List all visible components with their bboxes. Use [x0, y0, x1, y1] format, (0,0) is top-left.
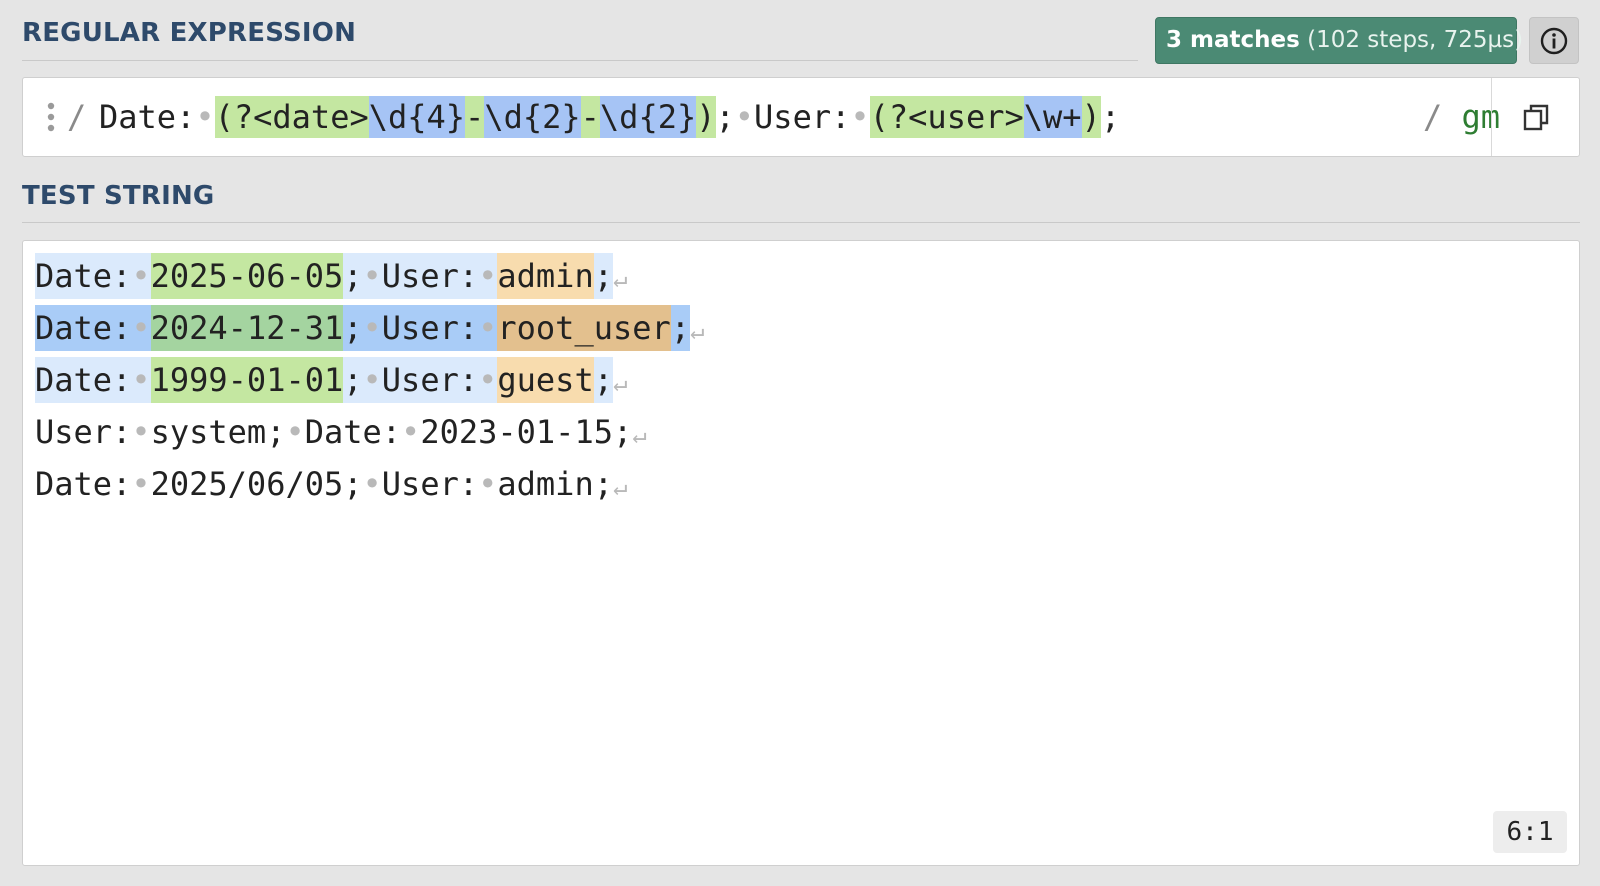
- regex-token: ;: [1100, 98, 1121, 136]
- test-text-segment: Date:: [35, 357, 132, 403]
- space-marker: •: [478, 253, 498, 299]
- test-text-segment: 2025/06/05;: [150, 465, 363, 503]
- test-text-segment: 2025-06-05: [150, 253, 344, 299]
- regex-token: \w+: [1023, 96, 1082, 138]
- test-text-segment: system;: [150, 413, 286, 451]
- space-marker: •: [362, 305, 382, 351]
- space-marker: •: [131, 253, 151, 299]
- regex-token: ): [1081, 96, 1101, 138]
- test-text-segment: Date:: [35, 305, 132, 351]
- newline-marker: ↵: [612, 473, 628, 501]
- test-text-segment: Date:: [304, 413, 402, 451]
- space-marker: •: [478, 357, 498, 403]
- test-text-segment: User:: [35, 413, 132, 451]
- test-text-segment: admin;: [497, 465, 613, 503]
- test-text-segment: ;: [593, 253, 613, 299]
- regex-delimiter-open: /: [67, 98, 87, 136]
- test-text-segment: guest: [497, 357, 594, 403]
- space-marker: •: [131, 357, 151, 403]
- regex-space-marker: •: [850, 98, 870, 136]
- test-text-segment: 2024-12-31: [150, 305, 344, 351]
- test-text-segment: User:: [381, 305, 479, 351]
- regex-input[interactable]: / Date:•(?<date>\d{4}-\d{2}-\d{2});•User…: [22, 77, 1580, 157]
- copy-button[interactable]: [1491, 78, 1580, 156]
- test-text-segment: root_user: [497, 305, 671, 351]
- test-string-editor[interactable]: Date:•2025-06-05;•User:•admin;↵ Date:•202…: [22, 240, 1580, 866]
- drag-handle-icon[interactable]: [47, 102, 55, 132]
- regex-flags[interactable]: / gm: [1423, 96, 1500, 138]
- regex-token: Date:: [99, 98, 196, 136]
- regex-token: (?<date>: [214, 96, 369, 138]
- space-marker: •: [362, 357, 382, 403]
- regex-token: -: [580, 96, 600, 138]
- regex-space-marker: •: [734, 98, 755, 136]
- regex-token: ): [696, 96, 716, 138]
- regex-tester: REGULAR EXPRESSION 3 matches (102 steps,…: [0, 0, 1600, 886]
- test-text-segment: ;: [343, 305, 363, 351]
- test-text-segment: ;: [593, 357, 613, 403]
- test-line[interactable]: Date:•2024-12-31;•User:•root_user;↵: [35, 305, 704, 351]
- match-steps-timing: (102 steps, 725µs): [1307, 27, 1524, 53]
- regex-title-divider: [22, 60, 1138, 61]
- regex-section-title: REGULAR EXPRESSION: [22, 18, 357, 48]
- test-text-segment: ;: [670, 305, 691, 351]
- regex-pattern[interactable]: Date:•(?<date>\d{4}-\d{2}-\d{2});•User:•…: [99, 96, 1120, 138]
- newline-marker: ↵: [690, 317, 705, 345]
- info-button[interactable]: [1529, 17, 1579, 64]
- test-text-segment: User:: [381, 357, 479, 403]
- space-marker: •: [362, 253, 382, 299]
- test-text-segment: Date:: [35, 465, 132, 503]
- regex-space-marker: •: [195, 98, 215, 136]
- space-marker: •: [131, 413, 151, 451]
- test-text-segment: ;: [343, 357, 363, 403]
- test-text-segment: User:: [381, 465, 479, 503]
- space-marker: •: [401, 413, 421, 451]
- test-text-segment: 1999-01-01: [150, 357, 344, 403]
- regex-token: \d{2}: [484, 96, 581, 138]
- test-title-divider: [22, 222, 1580, 223]
- space-marker: •: [478, 305, 498, 351]
- test-line[interactable]: Date:•1999-01-01;•User:•guest;↵: [35, 357, 704, 403]
- regex-token: (?<user>: [869, 96, 1024, 138]
- test-section-title: TEST STRING: [22, 181, 215, 211]
- regex-delimiter-close: /: [1423, 98, 1443, 136]
- test-line[interactable]: User:•system;•Date:•2023-01-15;↵: [35, 409, 704, 455]
- test-text-segment: 2023-01-15;: [420, 413, 633, 451]
- test-text-segment: ;: [343, 253, 363, 299]
- regex-token: \d{4}: [368, 96, 466, 138]
- space-marker: •: [131, 305, 151, 351]
- test-string-lines: Date:•2025-06-05;•User:•admin;↵ Date:•202…: [35, 253, 704, 513]
- cursor-position: 6:1: [1493, 811, 1567, 853]
- space-marker: •: [285, 413, 305, 451]
- newline-marker: ↵: [612, 369, 628, 397]
- regex-token: ;: [715, 98, 735, 136]
- space-marker: •: [131, 465, 151, 503]
- match-count: 3 matches: [1166, 27, 1300, 53]
- space-marker: •: [478, 465, 498, 503]
- test-line[interactable]: Date:•2025-06-05;•User:•admin;↵: [35, 253, 704, 299]
- newline-marker: ↵: [632, 421, 647, 449]
- regex-token: -: [465, 96, 485, 138]
- info-icon: [1540, 27, 1568, 54]
- regex-token: \d{2}: [599, 96, 697, 138]
- newline-marker: ↵: [612, 265, 628, 293]
- copy-icon: [1523, 104, 1549, 131]
- test-text-segment: User:: [381, 253, 479, 299]
- regex-token: User:: [754, 98, 851, 136]
- match-info-badge: 3 matches (102 steps, 725µs): [1155, 17, 1523, 64]
- test-text-segment: admin: [497, 253, 594, 299]
- test-text-segment: Date:: [35, 253, 132, 299]
- space-marker: •: [362, 465, 382, 503]
- test-line[interactable]: Date:•2025/06/05;•User:•admin;↵: [35, 461, 704, 507]
